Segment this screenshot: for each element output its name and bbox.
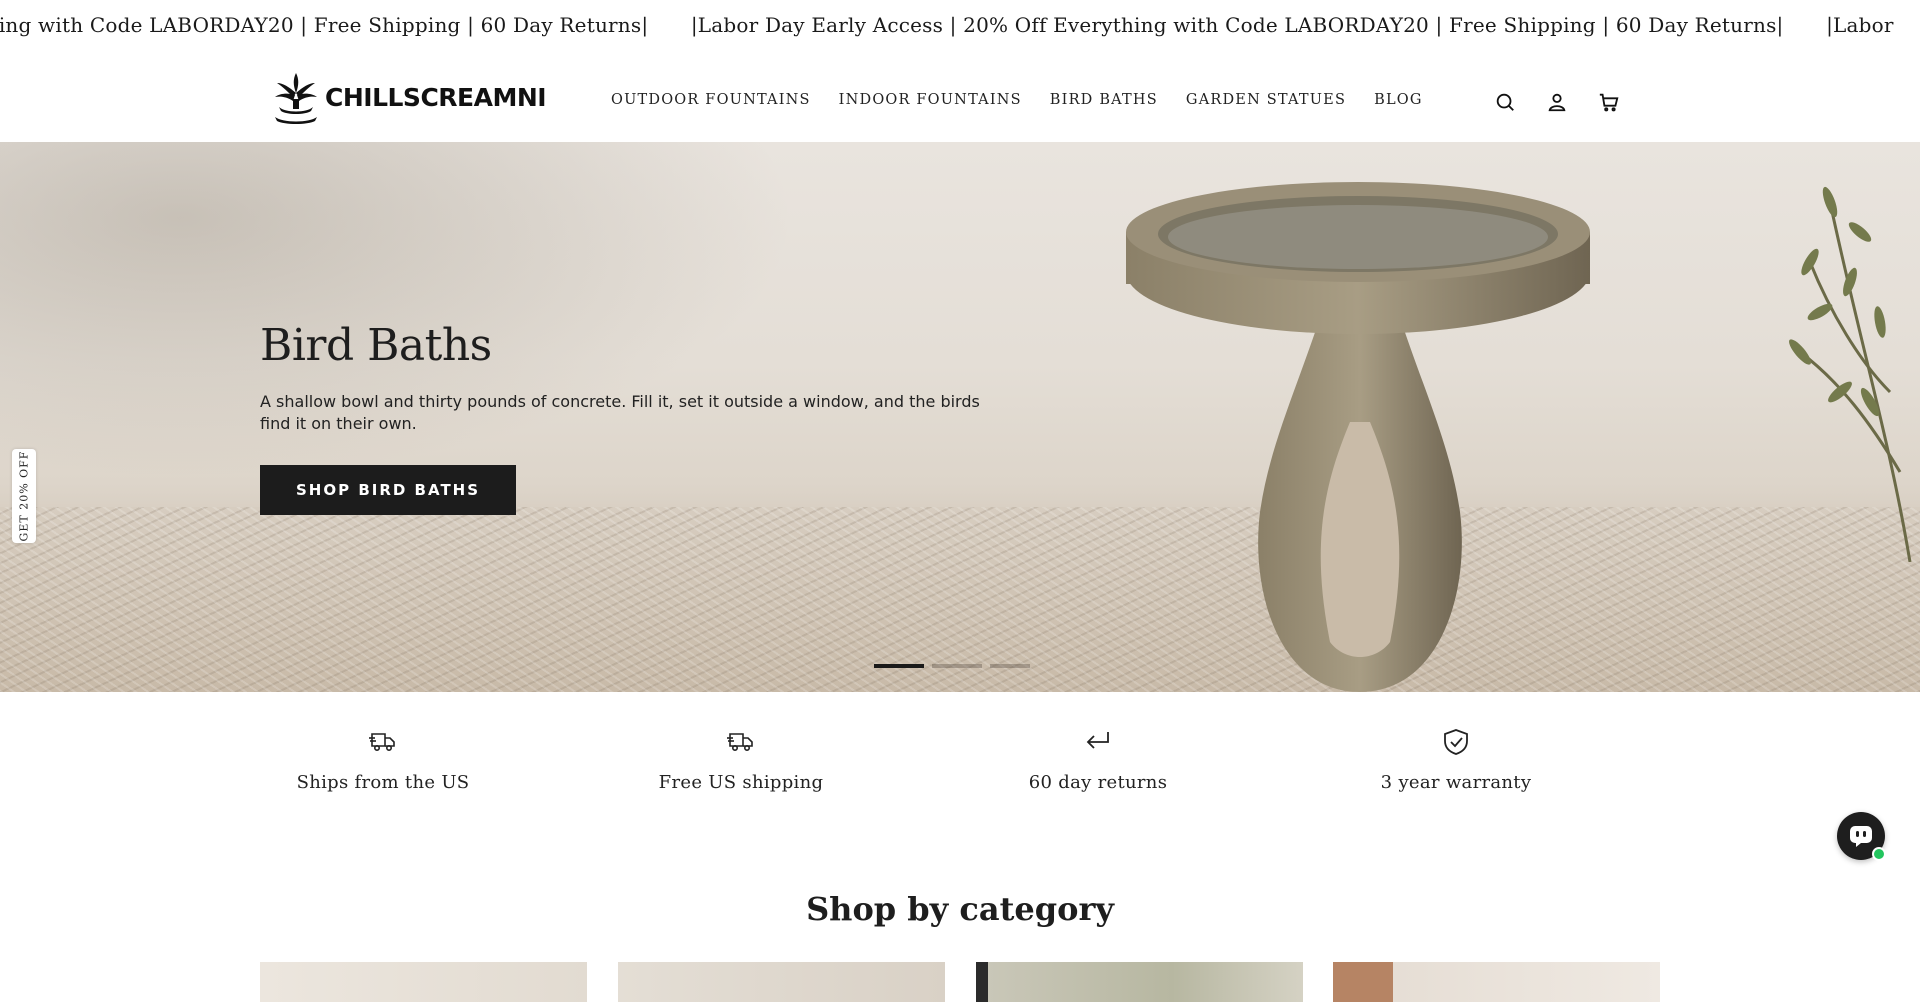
chat-button[interactable]: [1837, 812, 1886, 861]
feature-label: 3 year warranty: [1380, 772, 1532, 793]
category-card[interactable]: [976, 962, 1303, 1002]
fountain-logo-icon: [275, 73, 317, 124]
discount-tab-label: GET 20% OFF: [17, 450, 31, 542]
shop-bird-baths-button[interactable]: SHOP BIRD BATHS: [260, 465, 517, 515]
category-card[interactable]: [1333, 962, 1660, 1002]
discount-side-tab[interactable]: GET 20% OFF: [12, 449, 36, 543]
slide-dot-1[interactable]: [874, 664, 924, 668]
category-cards: [260, 962, 1660, 1002]
nav-item-indoor-fountains[interactable]: INDOOR FOUNTAINS: [839, 92, 1022, 108]
feature-item: 3 year warranty: [1306, 728, 1606, 793]
cart-icon[interactable]: [1597, 90, 1621, 114]
category-card[interactable]: [618, 962, 945, 1002]
main-nav: OUTDOOR FOUNTAINS INDOOR FOUNTAINS BIRD …: [611, 92, 1451, 108]
nav-item-blog[interactable]: BLOG: [1374, 92, 1423, 108]
shield-check-icon: [1444, 729, 1468, 755]
logo-link[interactable]: CHILLSCREAMNI: [271, 72, 547, 124]
slide-dot-2[interactable]: [932, 664, 982, 668]
section-title: Shop by category: [806, 890, 1114, 928]
olive-plant-image: [1789, 186, 1912, 562]
nav-item-outdoor-fountains[interactable]: OUTDOOR FOUNTAINS: [611, 92, 811, 108]
feature-item: Ships from the US: [233, 728, 533, 793]
nav-item-bird-baths[interactable]: BIRD BATHS: [1050, 92, 1158, 108]
announcement-track: ything with Code LABORDAY20 | Free Shipp…: [0, 13, 1920, 37]
announcement-text: ything with Code LABORDAY20 | Free Shipp…: [0, 13, 649, 37]
slide-dot-3[interactable]: [990, 664, 1030, 668]
return-arrow-icon: [1086, 732, 1109, 749]
hero-banner: Bird Baths A shallow bowl and thirty pou…: [0, 142, 1920, 692]
logo-text: CHILLSCREAMNI: [325, 82, 547, 112]
account-icon[interactable]: [1545, 90, 1569, 114]
announcement-text: |Labor: [1826, 13, 1894, 37]
feature-label: 60 day returns: [1028, 772, 1168, 793]
category-card[interactable]: [260, 962, 587, 1002]
feature-item: Free US shipping: [591, 728, 891, 793]
feature-item: 60 day returns: [948, 728, 1248, 793]
feature-strip: Ships from the US Free US shipping 60 da…: [260, 728, 1660, 808]
announcement-text: |Labor Day Early Access | 20% Off Everyt…: [690, 13, 1784, 37]
hero-description: A shallow bowl and thirty pounds of conc…: [260, 392, 980, 433]
slideshow-pagination: [874, 664, 1030, 668]
hero-content: Bird Baths A shallow bowl and thirty pou…: [260, 320, 1000, 515]
feature-label: Ships from the US: [296, 772, 470, 793]
feature-label: Free US shipping: [658, 772, 824, 793]
hero-title: Bird Baths: [260, 320, 492, 371]
header-actions: [1493, 90, 1621, 114]
chat-icon: [1850, 826, 1872, 847]
nav-item-garden-statues[interactable]: GARDEN STATUES: [1186, 92, 1346, 108]
site-header: CHILLSCREAMNI OUTDOOR FOUNTAINS INDOOR F…: [0, 54, 1920, 143]
online-status-dot: [1872, 847, 1886, 861]
announcement-bar: ything with Code LABORDAY20 | Free Shipp…: [0, 0, 1920, 54]
search-icon[interactable]: [1493, 90, 1517, 114]
truck-icon: [727, 733, 753, 751]
bird-bath-image: [1126, 182, 1590, 692]
truck-icon: [369, 733, 395, 751]
